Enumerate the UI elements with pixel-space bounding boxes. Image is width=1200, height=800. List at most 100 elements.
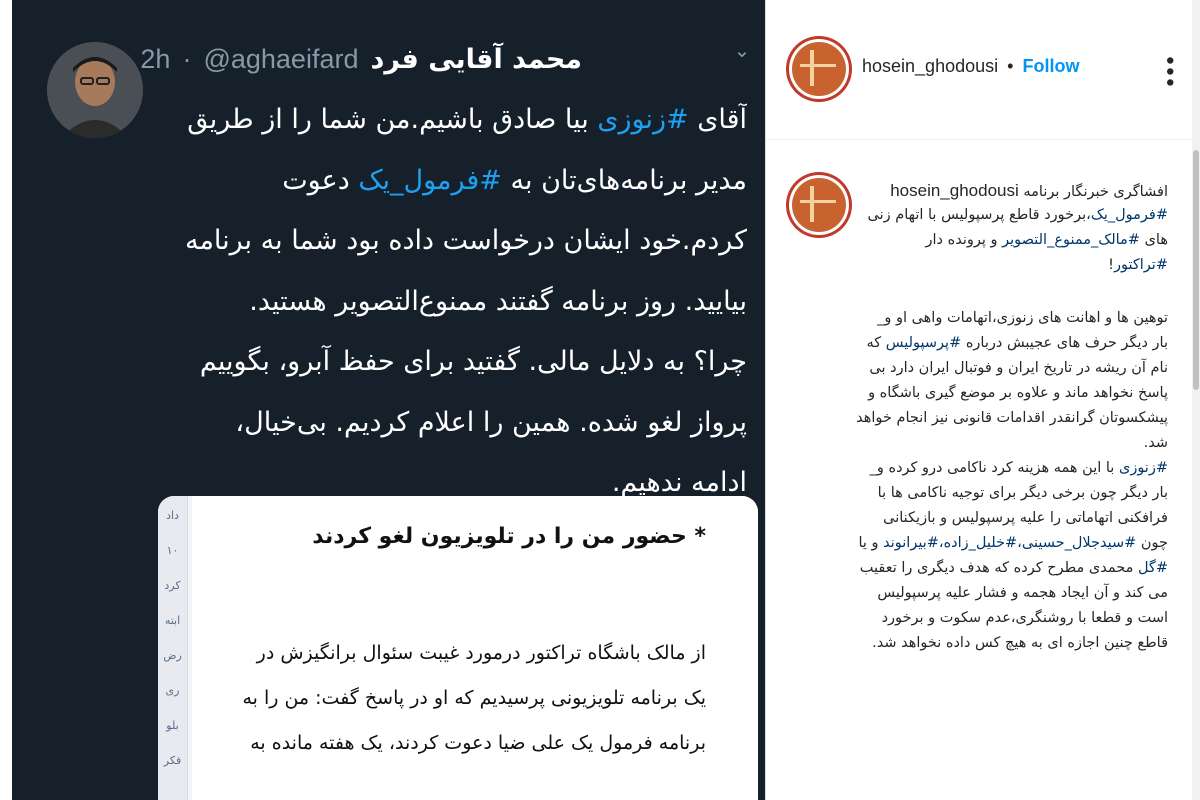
text-line: کردم.خود ایشان درخواست داده بود شما به ب… [157, 211, 747, 272]
text-segment: مدیر برنامه‌های‌تان به [501, 164, 747, 196]
text-segment: بیا صادق باشیم.من شما را از طریق [187, 104, 598, 135]
embed-sidebar-item: بلو [166, 719, 179, 732]
text-segment: بار دیگر چون برخی دیگر برای توجیه ناکامی… [877, 485, 1168, 501]
text-segment: که [866, 335, 886, 351]
text-line: #گل محمدی مطرح کرده که هدف دیگری را تعقی… [828, 556, 1168, 581]
embed-text-line: برنامه فرمول یک علی ضیا دعوت کردند، یک ه… [250, 732, 706, 754]
embed-sidebar-item: رض [163, 649, 182, 662]
hashtag-link[interactable]: #مالک_ممنوع_التصویر [1002, 232, 1140, 248]
text-line: های #مالک_ممنوع_التصویر و پرونده دار [828, 228, 1168, 253]
hashtag-link[interactable]: #پرسپولیس [886, 335, 961, 351]
text-line: آقای #زنوزی بیا صادق باشیم.من شما را از … [157, 90, 747, 151]
text-segment: چرا؟ به دلایل مالی. گفتید برای حفظ آبرو،… [199, 346, 747, 377]
text-segment: کردم.خود ایشان درخواست داده بود شما به ب… [184, 225, 747, 256]
text-segment: دعوت [282, 164, 359, 196]
text-segment: نام آن ریشه در تاریخ ایران و فوتبال ایرا… [869, 360, 1168, 376]
author-handle[interactable]: @aghaeifard [203, 44, 358, 75]
profile-username[interactable]: hosein_ghodousi [862, 56, 998, 76]
tweet-card: 2h · @aghaeifard محمد آقایی فرد ⌄ آقای #… [12, 0, 765, 800]
text-line: #فرمول_یک،برخورد قاطع پرسپولیس با اتهام … [828, 203, 1168, 228]
text-line: افشاگری خبرنگار برنامه hosein_ghodousi [828, 178, 1168, 203]
text-line: #زنوزی با این همه هزینه کرد ناکامی درو ک… [828, 456, 1168, 481]
embed-sidebar-item: فکر [163, 754, 182, 767]
text-segment: ادامه ندهیم. [611, 467, 747, 498]
embed-sidebar-item: داد [166, 509, 179, 522]
text-segment: می کند و آن ایجاد هجمه و فشار علیه پرسپو… [877, 585, 1168, 601]
text-segment: های [1139, 232, 1168, 248]
text-segment: است و قطعا با روشنگری،عدم سکوت و برخورد [881, 610, 1168, 626]
more-options-icon[interactable]: ••• [1156, 54, 1181, 87]
text-line: شد. [828, 431, 1168, 456]
text-line: مدیر برنامه‌های‌تان به #فرمول_یک دعوت [157, 151, 747, 212]
text-line: نام آن ریشه در تاریخ ایران و فوتبال ایرا… [828, 356, 1168, 381]
hashtag-link[interactable]: #گل [1138, 560, 1168, 576]
hashtag-link[interactable]: #سیدجلال_حسینی،#خلیل_زاده،#بیرانوند [883, 535, 1136, 551]
embed-sidebar: داد ۱۰ کرد ابته رض ری بلو فکر [158, 496, 188, 800]
scrollbar-thumb[interactable] [1193, 150, 1199, 390]
tweet-text: آقای #زنوزی بیا صادق باشیم.من شما را از … [157, 90, 747, 514]
text-line: چرا؟ به دلایل مالی. گفتید برای حفظ آبرو،… [157, 332, 747, 393]
text-line: فرافکنی اتهاماتی را علیه پرسپولیس و بازی… [828, 506, 1168, 531]
text-segment: پیشکسوتان گرانقدر اقدامات قانونی نیز انج… [856, 410, 1168, 426]
embed-sidebar-item: کرد [164, 579, 181, 592]
embed-title: * حضور من را در تلویزیون لغو کردند [312, 524, 706, 549]
text-segment: چون [1136, 535, 1168, 551]
text-segment: پرواز لغو شده. همین را اعلام کردیم. بی‌خ… [235, 406, 747, 438]
embed-text-line: یک برنامه تلویزیونی پرسیدیم که او در پاس… [242, 687, 706, 709]
text-segment: شد. [1143, 435, 1168, 451]
text-segment: افشاگری خبرنگار برنامه [1023, 184, 1168, 200]
text-line: بیایید. روز برنامه گفتند ممنوع‌التصویر ه… [157, 272, 747, 333]
post-header: hosein_ghodousi • Follow ••• [766, 0, 1200, 140]
author-name[interactable]: محمد آقایی فرد [370, 44, 582, 75]
text-line: بار دیگر چون برخی دیگر برای توجیه ناکامی… [828, 481, 1168, 506]
text-line: می کند و آن ایجاد هجمه و فشار علیه پرسپو… [828, 581, 1168, 606]
separator-dot: • [1007, 56, 1014, 76]
hashtag-link[interactable]: #زنوزی [597, 104, 688, 135]
author-avatar[interactable] [47, 42, 143, 138]
avatar-photo [47, 42, 143, 138]
hashtag-link[interactable]: #تراکتور [1114, 257, 1168, 273]
text-line: است و قطعا با روشنگری،عدم سکوت و برخورد [828, 606, 1168, 631]
text-segment: ،برخورد قاطع پرسپولیس با اتهام زنی [867, 207, 1091, 223]
instagram-post-panel: hosein_ghodousi • Follow ••• افشاگری خبر… [765, 0, 1200, 800]
text-line: توهین ها و اهانت های زنوزی،اتهامات واهی … [828, 306, 1168, 331]
embed-sidebar-item: ری [165, 684, 180, 697]
hashtag-link[interactable]: #فرمول_یک [1091, 207, 1168, 223]
avatar-image [792, 42, 846, 96]
text-segment: پاسخ نخواهد ماند و علاوه بر موضع گیری با… [868, 385, 1168, 401]
text-line: چون #سیدجلال_حسینی،#خلیل_زاده،#بیرانوند … [828, 531, 1168, 556]
separator-dot: · [182, 43, 192, 74]
post-caption: افشاگری خبرنگار برنامه hosein_ghodousi #ف… [828, 178, 1168, 656]
embed-document: * حضور من را در تلویزیون لغو کردند از ما… [192, 496, 758, 800]
text-segment: فرافکنی اتهاماتی را علیه پرسپولیس و بازی… [883, 510, 1168, 526]
text-segment: و یا [858, 535, 884, 551]
text-line: قاطع چنین اجازه ای به هیچ کس داده نخواهد… [828, 631, 1168, 656]
tweet-time[interactable]: 2h [140, 44, 170, 75]
embed-sidebar-item: ابته [164, 614, 181, 627]
hashtag-link[interactable]: #فرمول_یک [358, 165, 502, 196]
text-segment: قاطع چنین اجازه ای به هیچ کس داده نخواهد… [872, 635, 1168, 651]
follow-button[interactable]: Follow [1022, 56, 1079, 76]
text-line: پاسخ نخواهد ماند و علاوه بر موضع گیری با… [828, 381, 1168, 406]
caption-username[interactable]: hosein_ghodousi [890, 181, 1019, 200]
hashtag-link[interactable]: #زنوزی [1119, 460, 1168, 476]
profile-avatar[interactable] [786, 36, 852, 102]
text-line: #تراکتور! [828, 253, 1168, 278]
embed-text-line: از مالک باشگاه تراکتور درمورد غیبت سئوال… [256, 642, 706, 664]
text-line: بار دیگر حرف های عجیبش درباره #پرسپولیس … [828, 331, 1168, 356]
text-segment: و پرونده دار [925, 232, 1003, 248]
tweet-header: 2h · @aghaeifard محمد آقایی فرد [140, 36, 582, 82]
chevron-down-icon[interactable]: ⌄ [732, 40, 752, 60]
embed-sidebar-item: ۱۰ [166, 544, 179, 557]
text-line: پیشکسوتان گرانقدر اقدامات قانونی نیز انج… [828, 406, 1168, 431]
embed-paragraph: از مالک باشگاه تراکتور درمورد غیبت سئوال… [186, 631, 706, 766]
text-segment: بیایید. روز برنامه گفتند ممنوع‌التصویر ه… [249, 285, 747, 317]
text-segment: توهین ها و اهانت های زنوزی،اتهامات واهی … [877, 310, 1168, 326]
scrollbar[interactable] [1192, 0, 1200, 800]
text-line: پرواز لغو شده. همین را اعلام کردیم. بی‌خ… [157, 393, 747, 454]
tweet-media-image[interactable]: داد ۱۰ کرد ابته رض ری بلو فکر * حضور من را در ت… [158, 496, 758, 800]
text-segment: محمدی مطرح کرده که هدف دیگری را تعقیب [859, 560, 1138, 576]
text-segment: با این همه هزینه کرد ناکامی درو کرده و_ [869, 460, 1119, 476]
text-segment: آقای [688, 104, 747, 135]
